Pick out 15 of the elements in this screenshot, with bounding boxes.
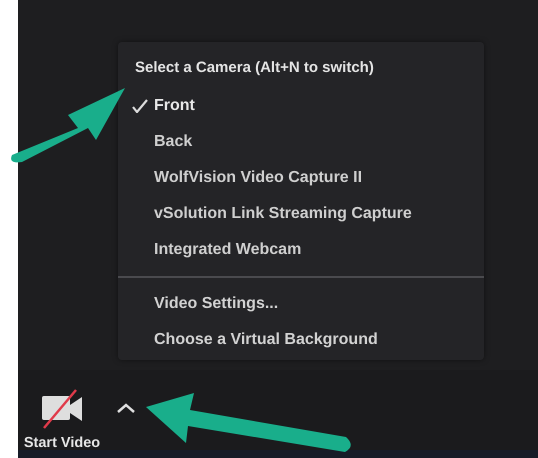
arrow-icon <box>11 88 125 162</box>
check-icon <box>132 98 148 112</box>
menu-item[interactable]: Choose a Virtual Background <box>118 322 484 358</box>
start-video-button[interactable]: Start Video <box>14 388 110 452</box>
camera-option[interactable]: WolfVision Video Capture II <box>118 160 484 196</box>
menu-heading: Select a Camera (Alt+N to switch) <box>134 58 374 78</box>
caret-up-icon <box>116 402 136 414</box>
menu-item[interactable]: Video Settings... <box>118 286 484 322</box>
camera-option[interactable]: vSolution Link Streaming Capture <box>118 196 484 232</box>
camera-option[interactable]: Back <box>118 124 484 160</box>
camera-option[interactable]: Integrated Webcam <box>118 232 484 268</box>
caret-button[interactable] <box>116 402 136 414</box>
arrow-icon <box>146 393 351 452</box>
camera-off-icon <box>40 388 84 430</box>
camera-option[interactable]: Front <box>118 88 484 124</box>
